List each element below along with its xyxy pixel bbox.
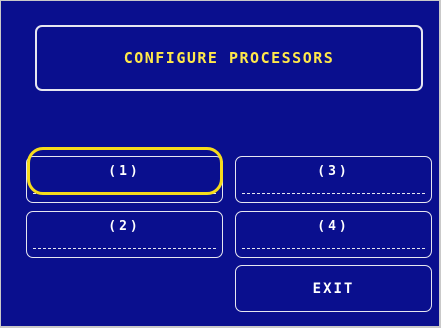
button-underline xyxy=(33,248,216,249)
processor-4-label: (4) xyxy=(317,219,350,234)
exit-button[interactable]: EXIT xyxy=(235,265,432,312)
exit-label: EXIT xyxy=(312,280,355,297)
button-underline xyxy=(242,193,425,194)
atm-screen: CONFIGURE PROCESSORS (1) (2) (3) (4) EXI… xyxy=(0,0,441,328)
processor-4-button[interactable]: (4) xyxy=(235,211,432,258)
processor-2-label: (2) xyxy=(108,219,141,234)
processor-1-label: (1) xyxy=(108,164,141,179)
button-underline xyxy=(33,193,216,194)
processor-3-button[interactable]: (3) xyxy=(235,156,432,203)
processor-2-button[interactable]: (2) xyxy=(26,211,223,258)
page-title: CONFIGURE PROCESSORS xyxy=(123,49,335,67)
processor-1-button[interactable]: (1) xyxy=(26,156,223,203)
button-underline xyxy=(242,248,425,249)
title-panel: CONFIGURE PROCESSORS xyxy=(35,25,423,91)
processor-3-label: (3) xyxy=(317,164,350,179)
